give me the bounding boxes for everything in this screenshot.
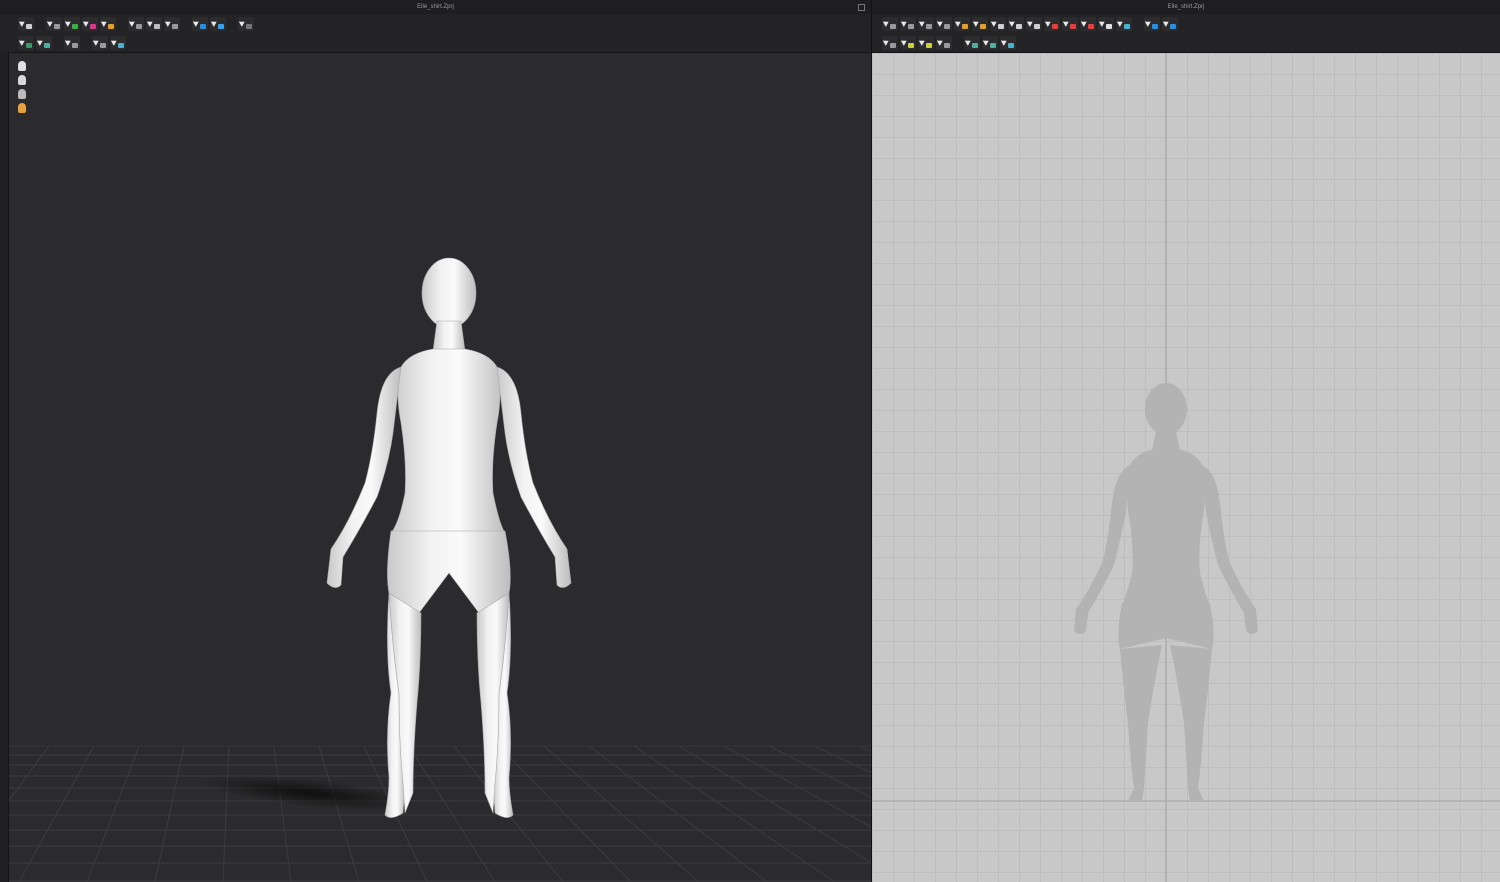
annotation-icon[interactable] bbox=[1000, 35, 1016, 50]
2d-pattern-viewport[interactable] bbox=[872, 53, 1500, 882]
darts-icon[interactable] bbox=[1098, 16, 1114, 31]
3d-viewport[interactable] bbox=[9, 53, 871, 882]
2d-scene bbox=[872, 53, 1500, 882]
2d-pattern-window: Elle_shirt.Zprj bbox=[872, 0, 1500, 882]
floor-grid bbox=[9, 745, 871, 882]
segment-icon[interactable] bbox=[972, 16, 988, 31]
app-window: Elle_shirt.Zprj Elle_shirt.Zprj bbox=[0, 0, 1500, 882]
fold-arrangement-icon[interactable] bbox=[900, 35, 916, 50]
2d-toolbar-primary bbox=[872, 14, 1500, 33]
arrow-down-icon[interactable] bbox=[18, 16, 34, 31]
internal-circle-icon[interactable] bbox=[1080, 16, 1096, 31]
3d-window-titlebar: Elle_shirt.Zprj bbox=[0, 0, 871, 15]
ruler-icon[interactable] bbox=[238, 16, 254, 31]
edit-texture-icon[interactable] bbox=[92, 35, 108, 50]
transform-icon[interactable] bbox=[64, 35, 80, 50]
transform-pattern-icon[interactable] bbox=[882, 16, 898, 31]
circle-icon[interactable] bbox=[1026, 16, 1042, 31]
add-point-icon[interactable] bbox=[954, 16, 970, 31]
pin-tool-icon[interactable] bbox=[128, 16, 144, 31]
measure-icon[interactable] bbox=[936, 35, 952, 50]
2d-window-titlebar: Elle_shirt.Zprj bbox=[872, 0, 1500, 15]
garment-blue-icon[interactable] bbox=[210, 16, 226, 31]
edit-pattern-icon[interactable] bbox=[900, 16, 916, 31]
fold-tool-icon[interactable] bbox=[146, 16, 162, 31]
3d-toolbar-secondary bbox=[0, 33, 871, 53]
3d-window: Elle_shirt.Zprj bbox=[0, 0, 871, 882]
3d-view-controls bbox=[16, 60, 30, 116]
edit-texture-2d-icon[interactable] bbox=[882, 35, 898, 50]
3d-scene bbox=[9, 257, 871, 882]
avatar-3d[interactable] bbox=[326, 257, 572, 818]
internal-polygon-icon[interactable] bbox=[1044, 16, 1060, 31]
texture-2d-icon[interactable] bbox=[982, 35, 998, 50]
graphic-icon[interactable] bbox=[110, 35, 126, 50]
avatar-head-icon[interactable] bbox=[16, 102, 28, 114]
trace-icon[interactable] bbox=[1116, 16, 1132, 31]
select-mesh-icon[interactable] bbox=[18, 35, 34, 50]
avatar-display-icon[interactable] bbox=[16, 60, 28, 72]
avatar-skin-icon[interactable] bbox=[16, 74, 28, 86]
2d-toolbar-secondary bbox=[872, 33, 1500, 54]
rectangle-icon[interactable] bbox=[1008, 16, 1024, 31]
graphic-2d-icon[interactable] bbox=[964, 35, 980, 50]
topstitch-icon[interactable] bbox=[918, 35, 934, 50]
internal-rect-icon[interactable] bbox=[1062, 16, 1078, 31]
3d-window-title: Elle_shirt.Zprj bbox=[417, 4, 454, 10]
texture-icon[interactable] bbox=[36, 35, 52, 50]
3d-side-strip bbox=[0, 52, 9, 882]
2d-window-title: Elle_shirt.Zprj bbox=[1167, 4, 1205, 10]
segment-sewing-icon[interactable] bbox=[1144, 16, 1160, 31]
polygon-icon[interactable] bbox=[990, 16, 1006, 31]
garment-display-icon[interactable] bbox=[16, 88, 28, 100]
maximize-icon[interactable] bbox=[858, 4, 865, 11]
select-tool-icon[interactable] bbox=[46, 16, 62, 31]
shirt-icon[interactable] bbox=[64, 16, 80, 31]
edit-point-icon[interactable] bbox=[936, 16, 952, 31]
edit-curvature-icon[interactable] bbox=[918, 16, 934, 31]
folder-icon[interactable] bbox=[100, 16, 116, 31]
garment-blue-icon[interactable] bbox=[192, 16, 208, 31]
shirt-icon[interactable] bbox=[82, 16, 98, 31]
free-sewing-icon[interactable] bbox=[1162, 16, 1178, 31]
avatar-tool-icon[interactable] bbox=[164, 16, 180, 31]
3d-toolbar-primary bbox=[0, 14, 871, 33]
